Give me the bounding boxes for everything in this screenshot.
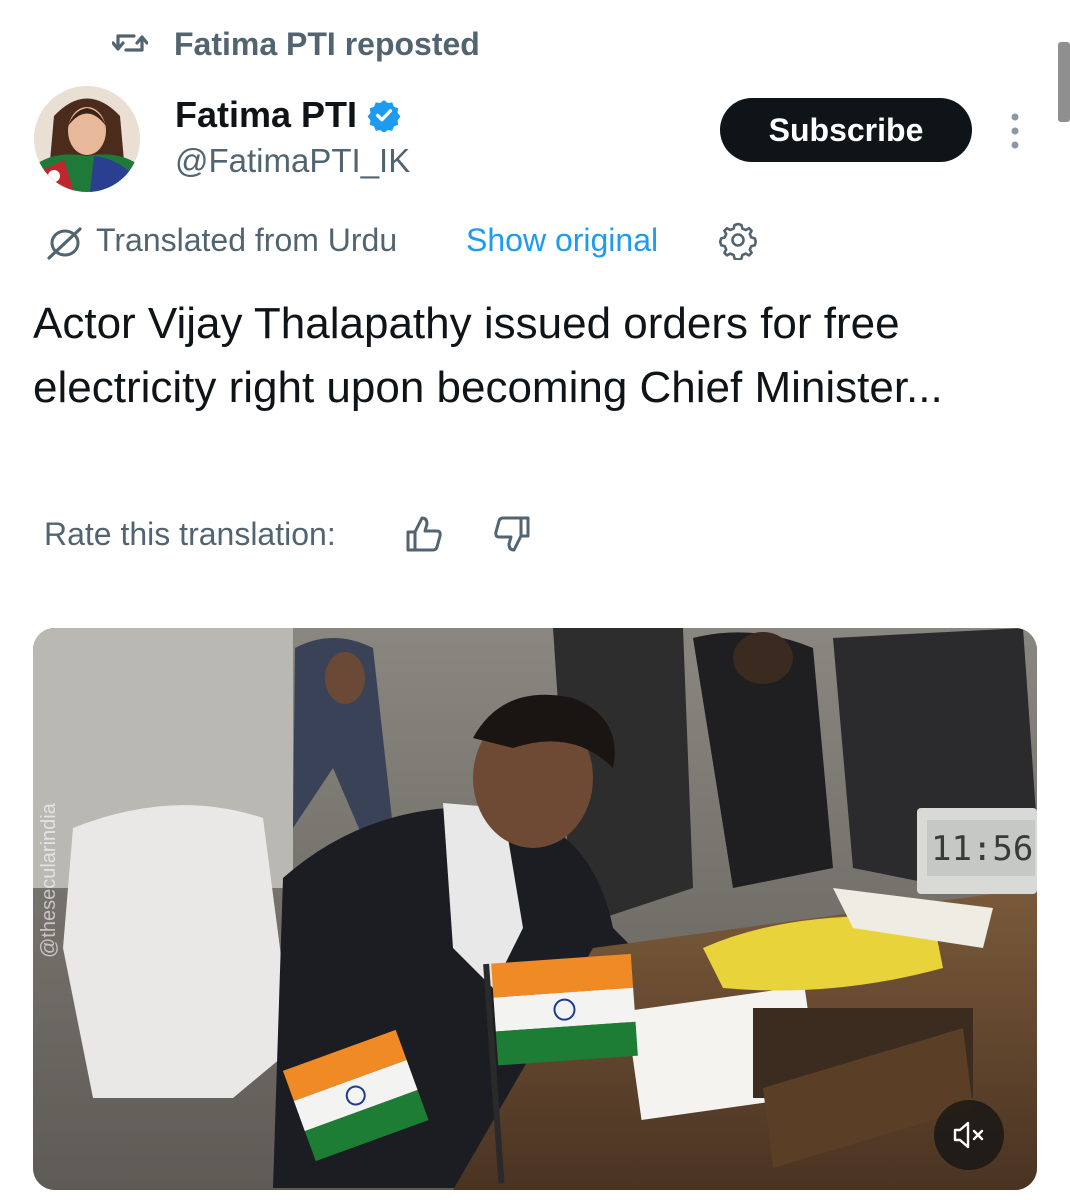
- media-video[interactable]: 11:56 @thesecularindia: [33, 628, 1037, 1190]
- thumb-up-icon[interactable]: [402, 512, 446, 556]
- rate-translation-label: Rate this translation:: [44, 516, 336, 552]
- clock-time: 11:56: [931, 829, 1033, 869]
- verified-badge-icon: [367, 100, 401, 132]
- volume-mute-icon: [953, 1121, 984, 1149]
- author-name[interactable]: Fatima PTI: [175, 94, 357, 136]
- video-watermark: @thesecularindia: [38, 802, 60, 958]
- repost-label[interactable]: Fatima PTI reposted: [174, 26, 480, 63]
- scrollbar[interactable]: [1058, 42, 1070, 122]
- translate-icon: [47, 227, 82, 260]
- avatar-image: [34, 86, 140, 192]
- settings-icon[interactable]: [718, 220, 758, 260]
- more-vertical-icon[interactable]: [1004, 110, 1026, 152]
- repost-icon: [112, 34, 148, 52]
- tweet-text: Actor Vijay Thalapathy issued orders for…: [33, 299, 943, 412]
- translated-from-label: Translated from Urdu: [96, 222, 398, 258]
- thumb-down-icon[interactable]: [490, 512, 534, 556]
- author-handle[interactable]: @FatimaPTI_IK: [175, 142, 410, 180]
- avatar[interactable]: [34, 86, 140, 192]
- video-frame: 11:56 @thesecularindia: [33, 628, 1037, 1190]
- subscribe-button[interactable]: Subscribe: [720, 98, 972, 162]
- show-original-link[interactable]: Show original: [466, 222, 658, 259]
- volume-mute-button[interactable]: [934, 1100, 1004, 1170]
- author-name-row[interactable]: Fatima PTI: [175, 94, 401, 136]
